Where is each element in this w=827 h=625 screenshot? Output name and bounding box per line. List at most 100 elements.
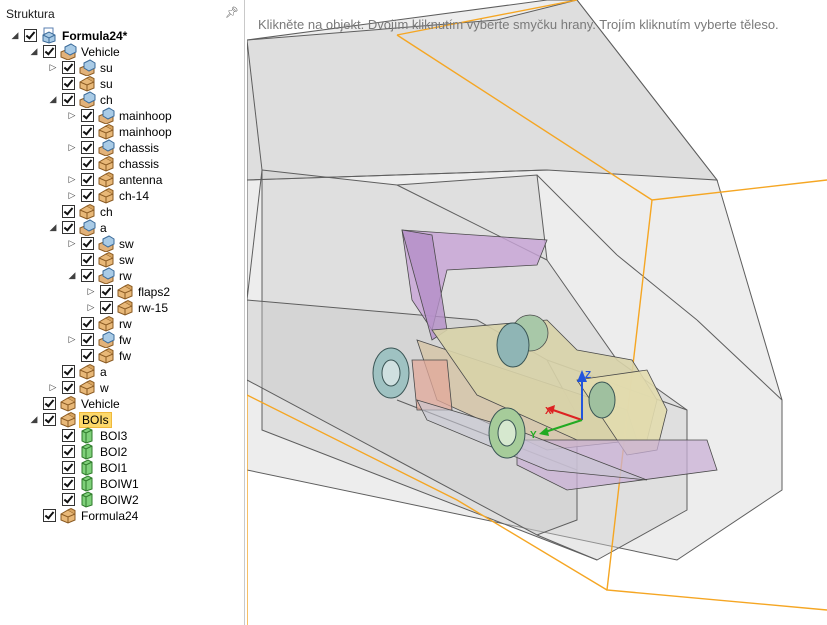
tree-item-label[interactable]: ch [100, 205, 113, 219]
tree-row[interactable]: ▷ su [0, 59, 244, 77]
tree-item-label[interactable]: BOIW2 [100, 493, 139, 507]
tree-row[interactable]: Formula24 [0, 507, 244, 524]
visibility-checkbox[interactable] [62, 77, 75, 90]
tree-item-label[interactable]: flaps2 [138, 285, 170, 299]
collapse-arrow-icon[interactable]: ◢ [48, 221, 58, 233]
tree-row[interactable]: ◢ Formula24* [0, 27, 244, 44]
tree-item-label[interactable]: mainhoop [119, 109, 172, 123]
tree-item-label[interactable]: sw [119, 253, 134, 267]
visibility-checkbox[interactable] [81, 237, 94, 250]
tree-item-label[interactable]: Formula24 [81, 509, 138, 523]
expand-arrow-icon[interactable]: ▷ [48, 381, 58, 393]
tree-item-label[interactable]: BOIW1 [100, 477, 139, 491]
tree-item-label[interactable]: BOI2 [100, 445, 127, 459]
tree-row[interactable]: ▷ flaps2 [0, 283, 244, 300]
tree-item-label[interactable]: rw [119, 317, 132, 331]
visibility-checkbox[interactable] [62, 477, 75, 490]
visibility-checkbox[interactable] [62, 461, 75, 474]
tree-row[interactable]: ▷ mainhoop [0, 107, 244, 125]
tree-item-label[interactable]: w [100, 381, 109, 395]
visibility-checkbox[interactable] [62, 93, 75, 106]
expand-arrow-icon[interactable]: ▷ [67, 237, 77, 249]
visibility-checkbox[interactable] [43, 45, 56, 58]
tree-item-label[interactable]: ch [100, 93, 113, 107]
tree-item-label[interactable]: su [100, 77, 113, 91]
tree-row[interactable]: ▷ fw [0, 331, 244, 349]
tree-row[interactable]: BOIW1 [0, 475, 244, 492]
tree-row[interactable]: Vehicle [0, 395, 244, 412]
tree-item-label[interactable]: mainhoop [119, 125, 172, 139]
visibility-checkbox[interactable] [62, 445, 75, 458]
visibility-checkbox[interactable] [81, 253, 94, 266]
visibility-checkbox[interactable] [81, 125, 94, 138]
collapse-arrow-icon[interactable]: ◢ [10, 29, 20, 41]
tree-row[interactable]: chassis [0, 155, 244, 172]
tree-item-label[interactable]: fw [119, 333, 131, 347]
expand-arrow-icon[interactable]: ▷ [67, 141, 77, 153]
tree-item-label[interactable]: a [100, 221, 107, 235]
tree-item-label[interactable]: fw [119, 349, 131, 363]
tree-item-label[interactable]: su [100, 61, 113, 75]
tree-row[interactable]: a [0, 363, 244, 380]
tree-item-label[interactable]: rw [119, 269, 132, 283]
tree-row[interactable]: ▷ ch-14 [0, 187, 244, 204]
expand-arrow-icon[interactable]: ▷ [67, 333, 77, 345]
visibility-checkbox[interactable] [81, 269, 94, 282]
visibility-checkbox[interactable] [62, 429, 75, 442]
tree-item-label[interactable]: Formula24* [62, 29, 127, 43]
tree-item-label[interactable]: Vehicle [81, 45, 120, 59]
visibility-checkbox[interactable] [81, 109, 94, 122]
tree-row[interactable]: ▷ chassis [0, 139, 244, 157]
tree-row[interactable]: BOI3 [0, 427, 244, 444]
tree-item-label[interactable]: chassis [119, 157, 159, 171]
visibility-checkbox[interactable] [43, 413, 56, 426]
visibility-checkbox[interactable] [62, 221, 75, 234]
visibility-checkbox[interactable] [62, 493, 75, 506]
tree-row[interactable]: ▷ rw-15 [0, 299, 244, 316]
expand-arrow-icon[interactable]: ▷ [67, 173, 77, 185]
visibility-checkbox[interactable] [62, 381, 75, 394]
visibility-checkbox[interactable] [62, 205, 75, 218]
tree-item-label[interactable]: rw-15 [138, 301, 168, 315]
tree-row[interactable]: sw [0, 251, 244, 268]
visibility-checkbox[interactable] [43, 509, 56, 522]
tree-row[interactable]: ch [0, 203, 244, 220]
visibility-checkbox[interactable] [81, 189, 94, 202]
tree-row[interactable]: fw [0, 347, 244, 364]
tree-row[interactable]: mainhoop [0, 123, 244, 140]
expand-arrow-icon[interactable]: ▷ [48, 61, 58, 73]
pin-icon[interactable]: 📌︎ [225, 6, 239, 19]
tree-row[interactable]: BOI1 [0, 459, 244, 476]
visibility-checkbox[interactable] [81, 173, 94, 186]
tree-item-label[interactable]: BOI3 [100, 429, 127, 443]
tree-item-label[interactable]: ch-14 [119, 189, 149, 203]
tree-item-label[interactable]: BOI1 [100, 461, 127, 475]
expand-arrow-icon[interactable]: ▷ [67, 109, 77, 121]
expand-arrow-icon[interactable]: ▷ [86, 301, 96, 313]
visibility-checkbox[interactable] [81, 141, 94, 154]
tree-row[interactable]: ◢ a [0, 219, 244, 237]
tree-row[interactable]: ◢ Vehicle [0, 43, 244, 61]
collapse-arrow-icon[interactable]: ◢ [67, 269, 77, 281]
visibility-checkbox[interactable] [81, 157, 94, 170]
expand-arrow-icon[interactable]: ▷ [67, 189, 77, 201]
tree-item-label[interactable]: sw [119, 237, 134, 251]
tree-item-label[interactable]: antenna [119, 173, 162, 187]
visibility-checkbox[interactable] [81, 349, 94, 362]
boi-boxes[interactable] [247, 0, 783, 561]
3d-scene[interactable]: Z X Y [247, 0, 827, 625]
tree-item-label[interactable]: Vehicle [81, 397, 120, 411]
tree-row[interactable]: BOIW2 [0, 491, 244, 508]
collapse-arrow-icon[interactable]: ◢ [29, 45, 39, 57]
visibility-checkbox[interactable] [62, 365, 75, 378]
tree-row[interactable]: ◢ BOIs [0, 411, 244, 428]
tree-row[interactable]: ◢ rw [0, 267, 244, 285]
tree-item-label[interactable]: chassis [119, 141, 159, 155]
tree-row[interactable]: ◢ ch [0, 91, 244, 109]
visibility-checkbox[interactable] [24, 29, 37, 42]
tree-row[interactable]: ▷ antenna [0, 171, 244, 188]
tree-row[interactable]: BOI2 [0, 443, 244, 460]
visibility-checkbox[interactable] [62, 61, 75, 74]
visibility-checkbox[interactable] [81, 333, 94, 346]
visibility-checkbox[interactable] [43, 397, 56, 410]
